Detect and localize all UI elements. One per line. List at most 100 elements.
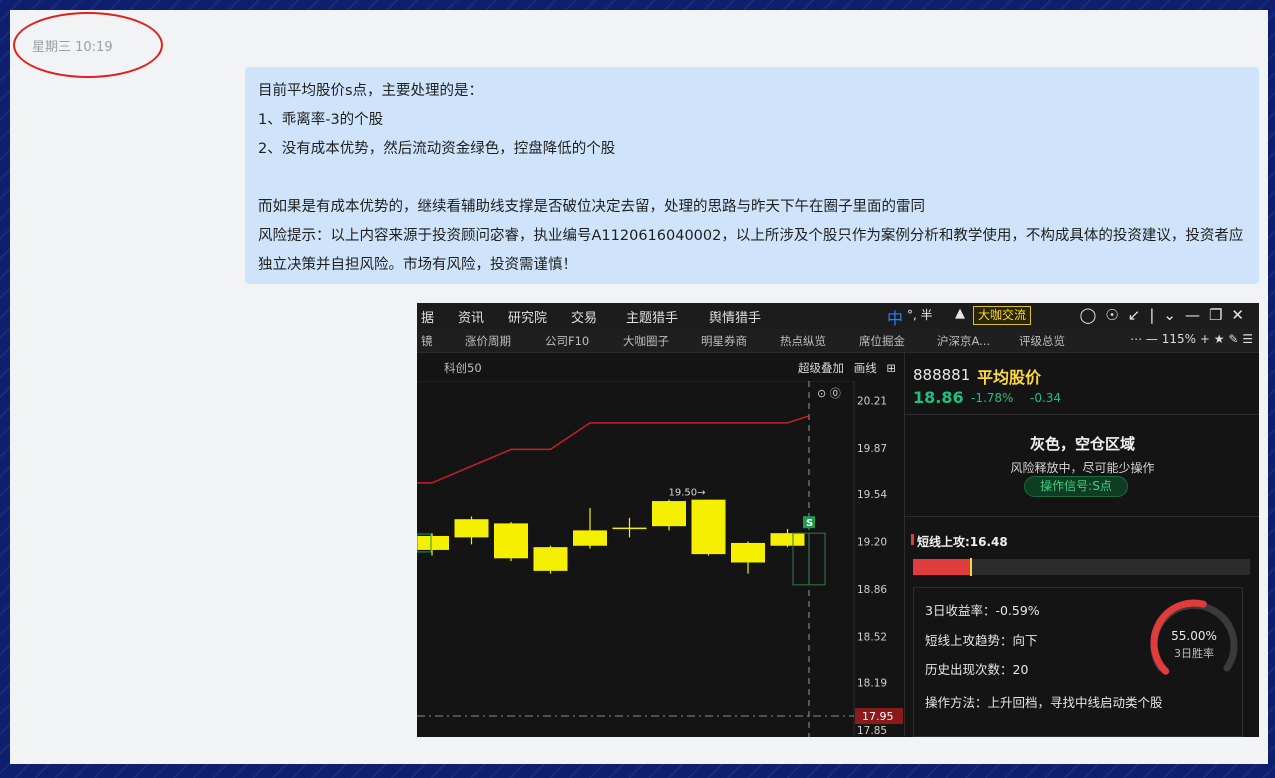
tab-seat-mining[interactable]: 席位掘金 — [859, 333, 905, 349]
candle-body — [652, 501, 686, 527]
shirt-icon[interactable]: ▲ — [955, 306, 965, 321]
stock-price: 18.86 — [913, 388, 964, 407]
short-attack-bar-tick — [970, 558, 973, 576]
pen-icon: ✎ — [1228, 332, 1239, 346]
chart-help-icons[interactable]: ⊙ ⓪ — [817, 387, 841, 400]
candle — [494, 522, 528, 562]
zone-subtitle: 风险释放中，尽可能少操作 — [1010, 461, 1155, 475]
candle-body — [573, 530, 607, 546]
y-tick-label: 18.19 — [857, 678, 887, 690]
tab-price-cycle[interactable]: 涨价周期 — [465, 333, 511, 349]
app-menubar: 据 资讯 研究院 交易 主题猎手 舆情猎手 中 °, 半 ▲ 大咖交流 ◯☉↙|… — [417, 303, 1259, 329]
win-rate-value: 55.00% — [1171, 629, 1217, 643]
stat-3day-return: 3日收益率：-0.59% — [925, 603, 1040, 618]
candle-body — [454, 519, 489, 538]
menu-item-trade[interactable]: 交易 — [571, 307, 597, 326]
candle-body — [691, 499, 726, 555]
operation-signal-badge[interactable]: 操作信号:S点 — [1024, 476, 1128, 497]
candle — [612, 517, 647, 538]
candle — [573, 508, 607, 549]
win-rate-label: 3日胜率 — [1174, 646, 1214, 660]
candle-body — [770, 533, 805, 546]
chevron-down-icon: ⌄ — [1163, 306, 1185, 324]
message-bubble: 目前平均股价s点，主要处理的是： 1、乖离率-3的个股 2、没有成本优势，然后流… — [245, 67, 1259, 284]
risk-disclaimer: 风险提示：以上内容来源于投资顾问宓睿，执业编号A1120616040002，以上… — [258, 228, 1244, 273]
y-tick-label: 19.20 — [857, 537, 887, 549]
candle — [533, 545, 568, 574]
restore-icon: ❐ — [1208, 306, 1232, 324]
grid-icon[interactable]: ⊞ — [886, 361, 896, 375]
message-line: 2、没有成本优势，然后流动资金绿色，控盘降低的个股 — [258, 141, 616, 157]
stat-trend: 短线上攻趋势：向下 — [925, 633, 1038, 648]
short-attack-marker — [911, 534, 914, 545]
divider — [905, 516, 1259, 517]
candle-body — [417, 535, 449, 550]
y-tick-label: 17.85 — [857, 725, 887, 737]
kline-svg[interactable]: 19.50→ S 20.21 19.87 19.54 19.20 18.86 18.52 18… — [417, 381, 904, 737]
menu-item-sentiment-hunter[interactable]: 舆情猎手 — [709, 307, 761, 326]
chart-symbol-label[interactable]: 科创50 — [444, 360, 482, 376]
tab-f10[interactable]: 公司F10 — [545, 333, 589, 349]
current-price-tag: 17.95 — [862, 710, 894, 723]
short-attack-label: 短线上攻:16.48 — [917, 535, 1008, 549]
stock-change: -0.34 — [1030, 391, 1062, 405]
y-tick-label: 18.86 — [857, 584, 887, 596]
y-tick-label: 19.54 — [857, 489, 887, 501]
y-tick-label: 18.52 — [857, 631, 887, 643]
tab-hs-a[interactable]: 沪深京A... — [937, 333, 990, 349]
stock-name: 平均股价 — [977, 368, 1042, 387]
settings-icon: ☉ — [1105, 306, 1128, 324]
stock-app-screenshot[interactable]: 据 资讯 研究院 交易 主题猎手 舆情猎手 中 °, 半 ▲ 大咖交流 ◯☉↙|… — [417, 303, 1259, 737]
candle — [691, 499, 726, 556]
draw-line-button[interactable]: 画线 — [854, 361, 877, 375]
tab-hot-overview[interactable]: 热点纵览 — [780, 333, 826, 349]
y-tick-label: 20.21 — [857, 396, 887, 408]
tab-star-brokers[interactable]: 明星券商 — [701, 333, 747, 349]
candle-body — [612, 527, 647, 530]
chat-panel: 星期三 10:19 目前平均股价s点，主要处理的是： 1、乖离率-3的个股 2、… — [10, 10, 1268, 764]
candle — [454, 516, 489, 545]
tab-rating-overview[interactable]: 评级总览 — [1019, 333, 1065, 349]
menu-item-news[interactable]: 资讯 — [458, 307, 484, 326]
zoom-level: 115% — [1161, 332, 1197, 346]
candle — [731, 541, 765, 574]
window-controls[interactable]: ◯☉↙|⌄—❐✕ — [1080, 306, 1254, 324]
y-tick-label: 19.87 — [857, 443, 887, 455]
ime-extra: °, 半 — [907, 308, 933, 322]
menu-icon: ☰ — [1242, 332, 1253, 346]
stock-change-pct: -1.78% — [971, 391, 1014, 405]
star-icon: ★ — [1213, 332, 1225, 346]
message-gap — [258, 164, 1246, 193]
tab-daka-circle[interactable]: 大咖圈子 — [623, 333, 669, 349]
sell-signal-letter: S — [806, 518, 813, 529]
chart-ops[interactable]: 超级叠加 画线 ⊞ — [798, 360, 896, 376]
kline-chart-area[interactable]: 科创50 超级叠加 画线 ⊞ 19.50→ S 20.21 19.87 19.54 19… — [417, 353, 904, 737]
daka-exchange-button[interactable]: 大咖交流 — [973, 306, 1032, 325]
divider — [905, 414, 1259, 415]
candle — [417, 533, 449, 556]
stat-occurrences: 历史出现次数：20 — [925, 662, 1029, 677]
menu-item-research[interactable]: 研究院 — [508, 307, 547, 326]
chart-header: 科创50 超级叠加 画线 ⊞ — [417, 353, 904, 381]
zone-title: 灰色，空仓区域 — [1029, 435, 1135, 453]
tab[interactable]: 镜 — [421, 333, 433, 349]
zoom-in-icon: + — [1199, 332, 1210, 346]
candle — [770, 528, 805, 548]
candle-body — [494, 523, 528, 559]
close-icon: ✕ — [1231, 306, 1253, 324]
tabbar-tools[interactable]: ⋯ — 115% + ★ ✎ ☰ — [1130, 332, 1253, 346]
more-icon: ⋯ — [1130, 332, 1143, 346]
user-icon: ◯ — [1079, 306, 1106, 324]
zoom-out-icon: — — [1145, 332, 1158, 346]
peak-label: 19.50→ — [669, 488, 706, 499]
menu-item-theme-hunter[interactable]: 主题猎手 — [626, 307, 678, 326]
stock-code: 888881 — [913, 366, 971, 384]
message-line: 目前平均股价s点，主要处理的是： — [258, 83, 484, 99]
minimize-icon: — — [1184, 306, 1209, 324]
stat-method: 操作方法：上升回档，寻找中线启动类个股 — [925, 695, 1163, 710]
ime-indicator[interactable]: 中 — [887, 305, 903, 329]
win-rate-gauge: 55.00% 3日胜率 — [1150, 599, 1238, 675]
super-overlay-button[interactable]: 超级叠加 — [798, 361, 844, 375]
menu-item[interactable]: 据 — [421, 307, 434, 326]
message-timestamp: 星期三 10:19 — [32, 40, 113, 55]
